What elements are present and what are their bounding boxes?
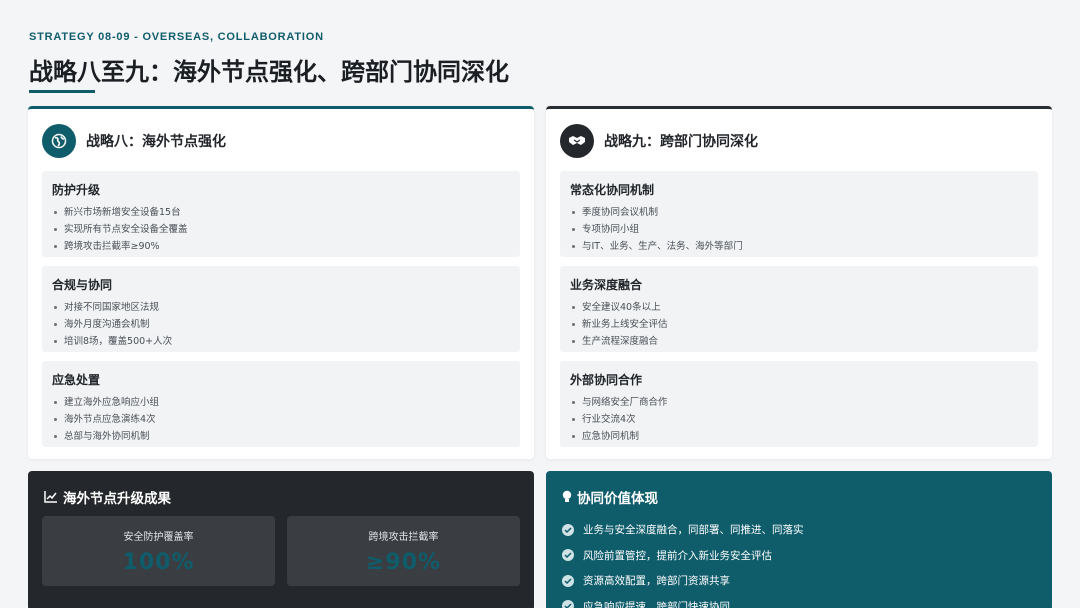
list-item-text: 风险前置管控，提前介入新业务安全评估: [583, 549, 772, 562]
list-item: 业务与安全深度融合，同部署、同推进、同落实: [562, 517, 804, 543]
card-title: 战略八：海外节点强化: [86, 134, 226, 150]
list-item: 专项协同小组: [570, 221, 1028, 238]
value-panel: 协同价值体现 业务与安全深度融合，同部署、同推进、同落实 风险前置管控，提前介入…: [546, 471, 1052, 608]
section-title: 合规与协同: [52, 278, 113, 292]
list-item: 对接不同国家地区法规: [52, 299, 510, 316]
eyebrow-label: STRATEGY 08-09 - OVERSEAS, COLLABORATION: [29, 31, 324, 43]
stat-value: 100%: [122, 550, 195, 575]
card-header: 战略九：跨部门协同深化: [560, 123, 758, 159]
list-item: 生产流程深度融合: [570, 333, 1028, 350]
list-item: 与IT、业务、生产、法务、海外等部门: [570, 238, 1028, 255]
check-circle-icon: [562, 574, 574, 587]
panel-title: 海外节点升级成果: [63, 491, 171, 507]
list-item: 应急协同机制: [570, 428, 1028, 445]
section-box: 业务深度融合 安全建议40条以上 新业务上线安全评估 生产流程深度融合: [560, 266, 1038, 352]
section-title: 应急处置: [52, 373, 101, 387]
stat-label: 安全防护覆盖率: [123, 532, 194, 543]
line-chart-icon: [44, 491, 58, 503]
list-item: 海外节点应急演练4次: [52, 411, 510, 428]
panel-header: 海外节点升级成果: [44, 487, 171, 507]
list-item: 新兴市场新增安全设备15台: [52, 204, 510, 221]
list-item: 行业交流4次: [570, 411, 1028, 428]
list-item: 培训8场，覆盖500+人次: [52, 333, 510, 350]
page-title: 战略八至九：海外节点强化、跨部门协同深化: [29, 58, 509, 86]
title-underline: [29, 90, 95, 93]
card-header: 战略八：海外节点强化: [42, 123, 226, 159]
globe-icon: [42, 124, 76, 158]
section-title: 外部协同合作: [570, 373, 643, 387]
strategy-nine-card: 战略九：跨部门协同深化 常态化协同机制 季度协同会议机制 专项协同小组 与IT、…: [546, 106, 1052, 459]
stat-card: 安全防护覆盖率 100%: [42, 516, 275, 586]
list-item-text: 业务与安全深度融合，同部署、同推进、同落实: [583, 524, 804, 537]
list-item: 风险前置管控，提前介入新业务安全评估: [562, 543, 804, 569]
value-list: 业务与安全深度融合，同部署、同推进、同落实 风险前置管控，提前介入新业务安全评估…: [562, 517, 804, 608]
list-item: 新业务上线安全评估: [570, 316, 1028, 333]
check-circle-icon: [562, 523, 574, 536]
list-item: 建立海外应急响应小组: [52, 394, 510, 411]
list-item: 与网络安全厂商合作: [570, 394, 1028, 411]
stat-card: 跨境攻击拦截率 ≥90%: [287, 516, 520, 586]
list-item: 应急响应提速，跨部门快速协同: [562, 594, 804, 608]
list-item: 总部与海外协同机制: [52, 428, 510, 445]
strategy-eight-card: 战略八：海外节点强化 防护升级 新兴市场新增安全设备15台 实现所有节点安全设备…: [28, 106, 534, 459]
panel-header: 协同价值体现: [562, 487, 658, 507]
stat-label: 跨境攻击拦截率: [368, 532, 439, 543]
card-title: 战略九：跨部门协同深化: [604, 134, 758, 150]
stat-value: ≥90%: [365, 550, 442, 575]
panel-title: 协同价值体现: [577, 491, 658, 507]
section-box: 合规与协同 对接不同国家地区法规 海外月度沟通会机制 培训8场，覆盖500+人次: [42, 266, 520, 352]
check-circle-icon: [562, 600, 574, 608]
results-panel: 海外节点升级成果 安全防护覆盖率 100% 跨境攻击拦截率 ≥90%: [28, 471, 534, 608]
list-item: 跨境攻击拦截率≥90%: [52, 238, 510, 255]
section-box: 常态化协同机制 季度协同会议机制 专项协同小组 与IT、业务、生产、法务、海外等…: [560, 171, 1038, 257]
list-item-text: 资源高效配置，跨部门资源共享: [583, 575, 730, 588]
handshake-icon: [560, 124, 594, 158]
list-item: 季度协同会议机制: [570, 204, 1028, 221]
list-item: 海外月度沟通会机制: [52, 316, 510, 333]
section-box: 外部协同合作 与网络安全厂商合作 行业交流4次 应急协同机制: [560, 361, 1038, 447]
section-title: 防护升级: [52, 183, 101, 197]
lightbulb-icon: [562, 490, 572, 504]
section-title: 常态化协同机制: [570, 183, 655, 197]
section-box: 防护升级 新兴市场新增安全设备15台 实现所有节点安全设备全覆盖 跨境攻击拦截率…: [42, 171, 520, 257]
check-circle-icon: [562, 549, 574, 562]
list-item: 资源高效配置，跨部门资源共享: [562, 568, 804, 594]
section-title: 业务深度融合: [570, 278, 643, 292]
section-box: 应急处置 建立海外应急响应小组 海外节点应急演练4次 总部与海外协同机制: [42, 361, 520, 447]
list-item: 安全建议40条以上: [570, 299, 1028, 316]
list-item: 实现所有节点安全设备全覆盖: [52, 221, 510, 238]
list-item-text: 应急响应提速，跨部门快速协同: [583, 600, 730, 608]
